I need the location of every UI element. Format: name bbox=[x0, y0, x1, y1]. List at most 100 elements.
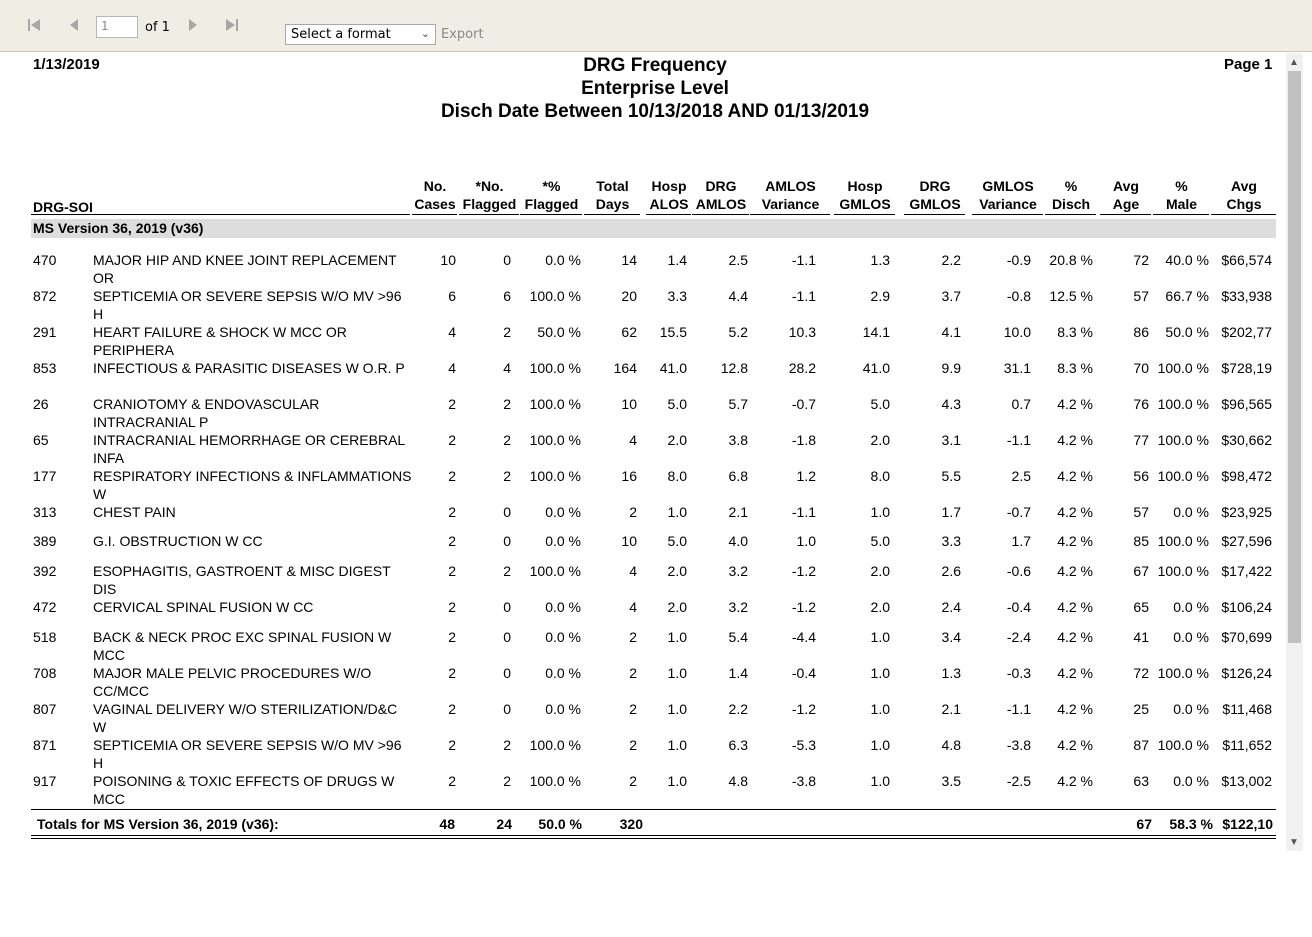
header-avg-chgs-line-2: Chgs bbox=[1226, 196, 1262, 212]
header-total-days-line-1: Total bbox=[596, 178, 629, 194]
cell-pct-flagged: 100.0 % bbox=[529, 360, 581, 376]
cell-hosp-alos: 15.5 bbox=[659, 324, 687, 340]
totals-top-rule bbox=[31, 809, 1276, 810]
cell-amlos-var: -0.7 bbox=[791, 396, 816, 412]
cell-gmlos-var: -0.4 bbox=[1006, 599, 1031, 615]
cell-drg-amlos: 2.1 bbox=[728, 504, 748, 520]
header-flagged: *No. Flagged bbox=[460, 177, 519, 213]
header-rule bbox=[1045, 214, 1096, 215]
cell-flagged: 2 bbox=[503, 324, 511, 340]
cell-avg-age: 25 bbox=[1133, 701, 1149, 717]
cell-total-days: 2 bbox=[629, 737, 637, 753]
export-link[interactable]: Export bbox=[441, 27, 484, 42]
cell-drg-amlos: 2.2 bbox=[728, 701, 748, 717]
cell-drg-gmlos: 3.7 bbox=[941, 288, 961, 304]
cell-drg-gmlos: 1.3 bbox=[941, 665, 961, 681]
totals-double-rule-2 bbox=[31, 838, 1276, 839]
drg-code: 853 bbox=[33, 360, 57, 376]
drg-code: 518 bbox=[33, 629, 57, 645]
cell-hosp-gmlos: 2.0 bbox=[870, 599, 890, 615]
cell-avg-chgs: $17,422 bbox=[1221, 563, 1272, 579]
cell-pct-male: 100.0 % bbox=[1157, 737, 1209, 753]
cell-drg-amlos: 5.7 bbox=[728, 396, 748, 412]
scrollbar-thumb[interactable] bbox=[1288, 71, 1301, 643]
cell-cases: 2 bbox=[448, 737, 456, 753]
first-page-icon[interactable] bbox=[24, 14, 44, 36]
cell-pct-male: 100.0 % bbox=[1157, 563, 1209, 579]
cell-hosp-alos: 2.0 bbox=[667, 599, 687, 615]
cell-hosp-gmlos: 14.1 bbox=[862, 324, 890, 340]
cell-gmlos-var: -0.6 bbox=[1006, 563, 1031, 579]
header-drg-gmlos-line-1: DRG bbox=[919, 178, 951, 194]
cell-avg-age: 72 bbox=[1133, 665, 1149, 681]
cell-hosp-alos: 5.0 bbox=[667, 396, 687, 412]
drg-code: 313 bbox=[33, 504, 57, 520]
cell-avg-chgs: $27,596 bbox=[1221, 533, 1272, 549]
header-rule-drg-soi bbox=[31, 214, 410, 215]
cell-flagged: 2 bbox=[503, 432, 511, 448]
cell-cases: 2 bbox=[448, 665, 456, 681]
cell-drg-amlos: 4.0 bbox=[728, 533, 748, 549]
cell-avg-chgs: $126,24 bbox=[1221, 665, 1272, 681]
drg-description: SEPTICEMIA OR SEVERE SEPSIS W/O MV >96 H bbox=[93, 288, 402, 322]
cell-pct-male: 100.0 % bbox=[1157, 360, 1209, 376]
page-count-label: of 1 bbox=[145, 20, 170, 35]
header-rule bbox=[692, 214, 749, 215]
previous-page-icon[interactable] bbox=[64, 14, 84, 36]
cell-drg-amlos: 2.5 bbox=[728, 252, 748, 268]
cell-drg-amlos: 12.8 bbox=[720, 360, 748, 376]
section-header: MS Version 36, 2019 (v36) bbox=[31, 219, 1276, 238]
cell-amlos-var: 1.2 bbox=[796, 468, 816, 484]
vertical-scrollbar[interactable]: ▲ ▼ bbox=[1286, 53, 1303, 851]
cell-hosp-gmlos: 5.0 bbox=[870, 533, 890, 549]
cell-total-days: 10 bbox=[621, 396, 637, 412]
cell-avg-age: 41 bbox=[1133, 629, 1149, 645]
cell-pct-male: 100.0 % bbox=[1157, 396, 1209, 412]
header-avg-age-line-2: Age bbox=[1112, 196, 1140, 212]
cell-cases: 2 bbox=[448, 533, 456, 549]
cell-amlos-var: -1.2 bbox=[791, 563, 816, 579]
cell-pct-flagged: 0.0 % bbox=[545, 665, 581, 681]
cell-pct-disch: 8.3 % bbox=[1057, 360, 1093, 376]
header-rule bbox=[520, 214, 582, 215]
cell-drg-gmlos: 1.7 bbox=[941, 504, 961, 520]
cell-flagged: 0 bbox=[503, 701, 511, 717]
next-page-icon[interactable] bbox=[183, 14, 203, 36]
drg-description: MAJOR MALE PELVIC PROCEDURES W/O CC/MCC bbox=[93, 665, 372, 699]
last-page-icon[interactable] bbox=[222, 14, 242, 36]
cell-pct-male: 50.0 % bbox=[1165, 324, 1209, 340]
cell-hosp-alos: 8.0 bbox=[667, 468, 687, 484]
page-number-input[interactable]: 1 bbox=[96, 16, 138, 38]
cell-flagged: 2 bbox=[503, 563, 511, 579]
drg-description: BACK & NECK PROC EXC SPINAL FUSION W MCC bbox=[93, 629, 392, 663]
cell-gmlos-var: -2.5 bbox=[1006, 773, 1031, 789]
cell-total-days: 2 bbox=[629, 629, 637, 645]
report-toolbar: 1 of 1 Select a format ⌄ Export bbox=[0, 0, 1312, 52]
cell-hosp-alos: 2.0 bbox=[667, 563, 687, 579]
export-format-select[interactable]: Select a format ⌄ bbox=[285, 24, 436, 45]
drg-code: 871 bbox=[33, 737, 57, 753]
cell-cases: 2 bbox=[448, 599, 456, 615]
cell-amlos-var: -1.2 bbox=[791, 599, 816, 615]
cell-avg-age: 77 bbox=[1133, 432, 1149, 448]
cell-pct-disch: 12.5 % bbox=[1049, 288, 1093, 304]
cell-drg-gmlos: 3.4 bbox=[941, 629, 961, 645]
cell-pct-male: 100.0 % bbox=[1157, 533, 1209, 549]
scroll-up-icon[interactable]: ▲ bbox=[1289, 57, 1299, 68]
header-amlos-var-line-1: AMLOS bbox=[765, 178, 816, 194]
cell-avg-age: 76 bbox=[1133, 396, 1149, 412]
cell-avg-age: 56 bbox=[1133, 468, 1149, 484]
cell-avg-chgs: $202,77 bbox=[1221, 324, 1272, 340]
cell-total-days: 4 bbox=[629, 432, 637, 448]
cell-drg-amlos: 3.2 bbox=[728, 563, 748, 579]
header-rule bbox=[750, 214, 830, 215]
cell-flagged: 6 bbox=[503, 288, 511, 304]
cell-pct-male: 100.0 % bbox=[1157, 665, 1209, 681]
header-hosp-gmlos-line-2: GMLOS bbox=[839, 196, 891, 212]
cell-amlos-var: -0.4 bbox=[791, 665, 816, 681]
cell-pct-disch: 4.2 % bbox=[1057, 533, 1093, 549]
cell-pct-flagged: 0.0 % bbox=[545, 504, 581, 520]
header-pct-flagged-line-1: *% bbox=[542, 178, 561, 194]
scroll-down-icon[interactable]: ▼ bbox=[1289, 837, 1299, 848]
drg-description: SEPTICEMIA OR SEVERE SEPSIS W/O MV >96 H bbox=[93, 737, 402, 771]
